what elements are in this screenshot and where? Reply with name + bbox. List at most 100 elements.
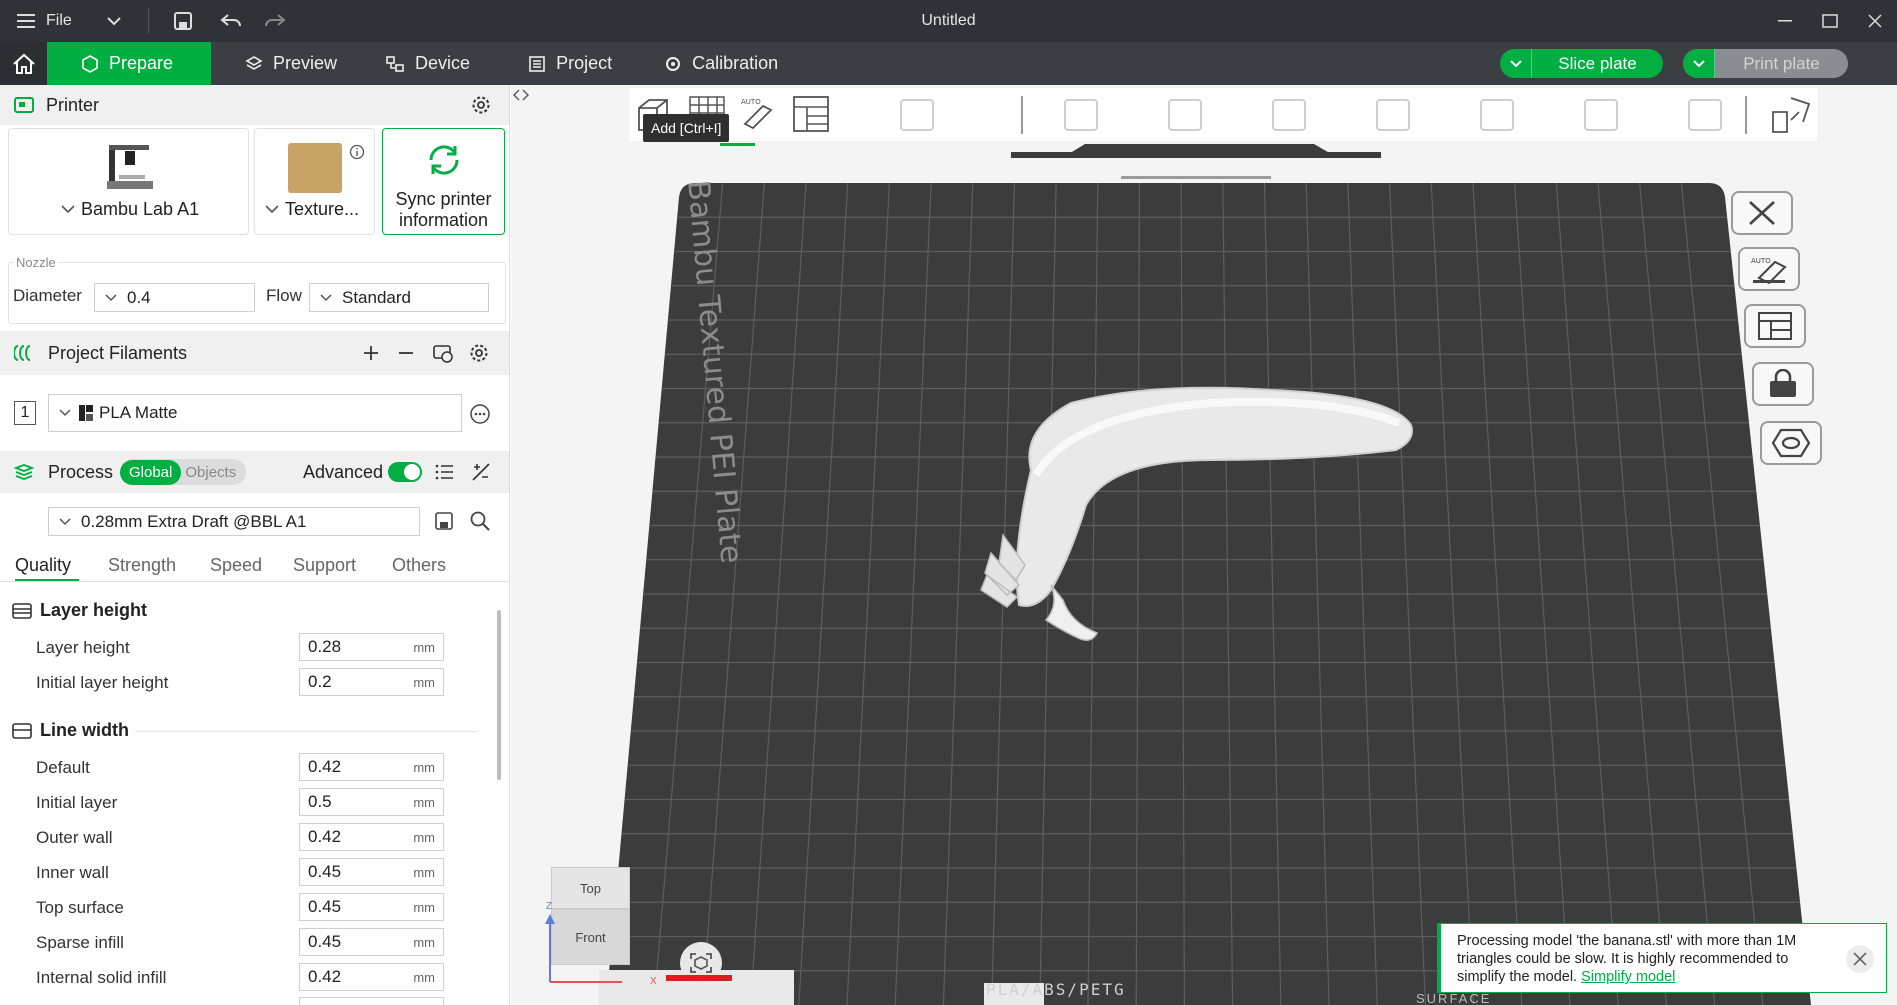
save-icon[interactable] (163, 0, 203, 42)
advanced-switch[interactable] (388, 462, 422, 482)
process-profile-select[interactable]: 0.28mm Extra Draft @BBL A1 (48, 507, 420, 536)
flow-value: Standard (342, 287, 411, 307)
tab-quality[interactable]: Quality (15, 555, 71, 576)
objects-toggle[interactable]: Objects (181, 464, 240, 481)
process-section-title: Process (48, 461, 114, 482)
filament-sync-icon[interactable] (432, 343, 454, 363)
print-plate-button[interactable]: Print plate (1683, 49, 1848, 78)
split-parts-icon[interactable] (1769, 94, 1813, 136)
file-menu[interactable]: File (46, 12, 72, 30)
mesh-boolean-icon (1584, 99, 1618, 131)
search-icon[interactable] (469, 510, 491, 532)
title-bar: File Untitled (0, 0, 1897, 42)
chevron-down-icon[interactable] (94, 0, 134, 42)
process-profile-value: 0.28mm Extra Draft @BBL A1 (81, 511, 307, 531)
auto-arrange-button[interactable]: AUTO (1738, 247, 1800, 291)
remove-icon[interactable] (397, 344, 415, 362)
chevron-down-icon[interactable] (1500, 49, 1532, 78)
more-options-icon[interactable] (469, 403, 491, 425)
chevron-down-icon[interactable] (265, 205, 279, 214)
move-icon (1064, 99, 1098, 131)
slice-plate-button[interactable]: Slice plate (1500, 49, 1663, 78)
toolbar-divider (1021, 96, 1023, 134)
setting-value: 0.2 (308, 672, 332, 691)
tab-label: Preview (273, 53, 338, 73)
setting-value: 0.42 (308, 757, 342, 776)
flow-label: Flow (266, 286, 302, 305)
list-icon[interactable] (435, 463, 455, 481)
info-icon[interactable] (349, 144, 365, 160)
initial-layer-line-width-input[interactable]: 0.5 mm (299, 788, 444, 816)
sync-printer-button[interactable]: Sync printer information (382, 128, 505, 235)
filament-select[interactable]: PLA Matte (48, 394, 462, 432)
sync-icon (429, 145, 459, 175)
plate-settings-button[interactable] (1744, 304, 1806, 348)
tab-label: Device (415, 53, 471, 73)
chevron-down-icon[interactable] (61, 205, 75, 214)
printer-card[interactable]: Bambu Lab A1 (8, 128, 249, 235)
tab-preview[interactable]: Preview (231, 42, 351, 85)
diameter-select[interactable]: 0.4 (94, 283, 255, 312)
group-title: Line width (40, 720, 129, 740)
tab-strength[interactable]: Strength (108, 555, 176, 576)
tab-speed[interactable]: Speed (210, 555, 262, 576)
tab-support[interactable]: Support (293, 555, 356, 576)
collapse-panel-icon[interactable] (513, 89, 529, 101)
lock-plate-button[interactable] (1752, 362, 1814, 406)
tab-project[interactable]: Project (514, 42, 626, 85)
home-icon[interactable] (0, 42, 47, 85)
plate-card[interactable]: Texture... (254, 128, 375, 235)
setting-label: Initial layer height (36, 673, 169, 692)
tab-device[interactable]: Device (371, 42, 484, 85)
global-toggle[interactable]: Global (120, 459, 182, 485)
tab-prepare[interactable]: Prepare (47, 42, 211, 85)
advanced-label: Advanced (303, 461, 384, 482)
gear-icon[interactable] (471, 95, 491, 115)
close-window-icon[interactable] (1851, 0, 1897, 42)
auto-label: AUTO (741, 98, 761, 106)
chevron-down-icon[interactable] (1683, 49, 1715, 78)
plate-type-button[interactable] (1760, 421, 1822, 465)
scale-icon (1272, 99, 1306, 131)
minimize-icon[interactable] (1761, 0, 1809, 42)
compare-icon[interactable] (471, 462, 491, 482)
viewport-toolbar: AUTO (629, 88, 1817, 141)
sparse-infill-line-width-input[interactable]: 0.45 mm (299, 928, 444, 956)
simplify-model-link[interactable]: Simplify model (1581, 969, 1675, 985)
print-plate-label: Print plate (1743, 53, 1820, 73)
layers-icon (900, 99, 934, 131)
divider (0, 581, 509, 582)
undo-icon[interactable] (209, 0, 253, 42)
save-preset-icon[interactable] (435, 512, 453, 530)
internal-solid-infill-line-width-input[interactable]: 0.42 mm (299, 963, 444, 991)
redo-icon[interactable] (253, 0, 297, 42)
global-objects-toggle[interactable]: Global Objects (120, 459, 246, 485)
close-notification-button[interactable] (1846, 945, 1874, 973)
3d-viewport[interactable]: Bambu Textured PEI Plate PLA/ABS/PETG SU… (511, 85, 1897, 1005)
add-icon[interactable] (362, 344, 380, 362)
plate-layout-icon (1758, 312, 1792, 340)
printer-image (107, 145, 153, 189)
inner-wall-line-width-input[interactable]: 0.45 mm (299, 858, 444, 886)
initial-layer-height-input[interactable]: 0.2 mm (299, 668, 444, 696)
outer-wall-line-width-input[interactable]: 0.42 mm (299, 823, 444, 851)
tab-calibration[interactable]: Calibration (650, 42, 792, 85)
tab-others[interactable]: Others (392, 555, 446, 576)
default-line-width-input[interactable]: 0.42 mm (299, 753, 444, 781)
maximize-icon[interactable] (1806, 0, 1854, 42)
arrange-icon[interactable] (791, 94, 831, 134)
layer-height-input[interactable]: 0.28 mm (299, 633, 444, 661)
unit-label: mm (413, 829, 435, 845)
chevron-down-icon (105, 293, 117, 301)
hamburger-menu-icon[interactable] (6, 0, 46, 42)
scrollbar[interactable] (497, 610, 501, 780)
setting-value: 0.45 (308, 862, 342, 881)
unit-label: mm (413, 759, 435, 775)
delete-all-button[interactable] (1731, 191, 1793, 235)
gear-icon[interactable] (469, 343, 489, 363)
surface-strip: SURFACE (1416, 991, 1492, 1005)
flow-select[interactable]: Standard (309, 283, 489, 312)
slice-plate-label: Slice plate (1558, 53, 1637, 73)
top-surface-line-width-input[interactable]: 0.45 mm (299, 893, 444, 921)
auto-orient-icon[interactable]: AUTO (737, 94, 777, 134)
